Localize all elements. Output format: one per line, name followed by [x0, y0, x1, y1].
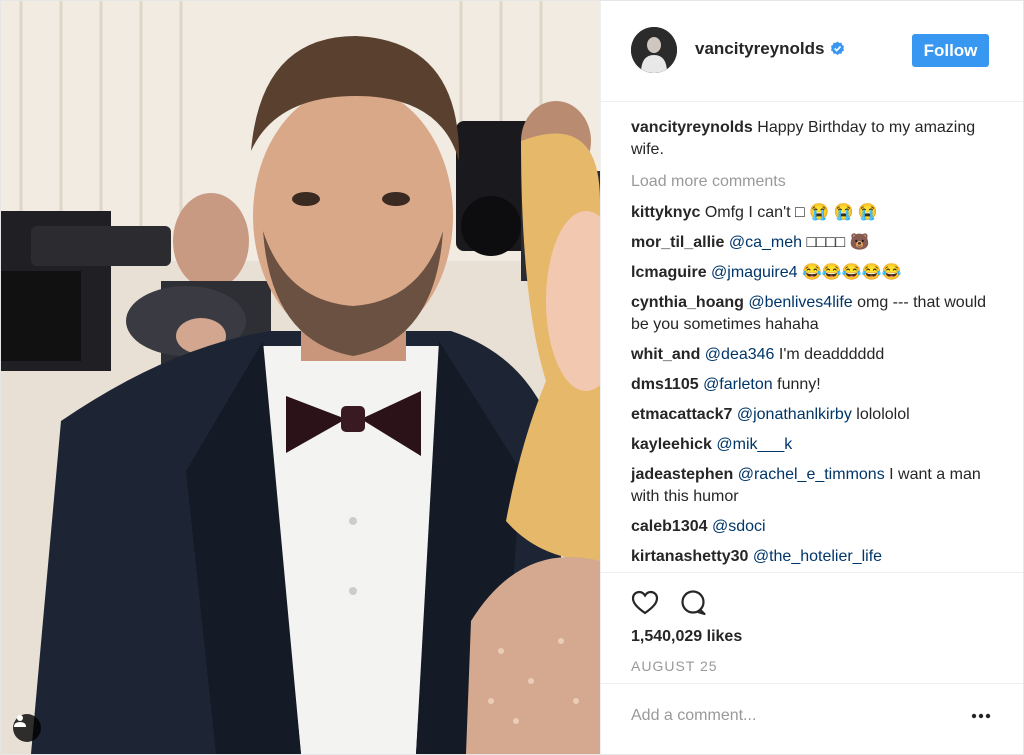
comment-icon	[681, 590, 706, 616]
comment-username[interactable]: kirtanashetty30	[631, 548, 748, 565]
load-more-comments-button[interactable]: Load more comments	[631, 171, 1001, 193]
comment-username[interactable]: dms1105	[631, 376, 699, 393]
post-caption: vancityreynolds Happy Birthday to my ama…	[631, 117, 1001, 161]
follow-button[interactable]: Follow	[912, 34, 989, 67]
comment-username[interactable]: kittyknyc	[631, 204, 700, 221]
comment-mention[interactable]: @rachel_e_timmons	[738, 466, 885, 483]
comment-username[interactable]: etmacattack7	[631, 406, 732, 423]
add-comment-input[interactable]	[631, 704, 951, 728]
header-username: vancityreynolds	[695, 39, 825, 58]
caption-username[interactable]: vancityreynolds	[631, 119, 753, 136]
like-button[interactable]	[631, 589, 659, 617]
avatar-image	[631, 27, 677, 73]
comment-mention[interactable]: @jonathanlkirby	[737, 406, 852, 423]
photo-illustration	[1, 1, 600, 754]
comment-mention[interactable]: @sdoci	[712, 518, 766, 535]
post-actions: 1,540,029 likes AUGUST 25	[601, 572, 1023, 693]
more-options-button[interactable]	[969, 706, 993, 726]
post-side-panel: vancityreynolds Follow vancityreynolds H…	[600, 1, 1023, 754]
comment-mention[interactable]: @dea346	[705, 346, 775, 363]
comment-item: kirtanashetty30 @the_hotelier_life	[631, 546, 1001, 568]
avatar[interactable]	[631, 27, 677, 73]
comment-text: 😂😂😂😂😂	[802, 264, 902, 281]
post-header: vancityreynolds Follow	[601, 1, 1023, 102]
comment-username[interactable]: lcmaguire	[631, 264, 707, 281]
comment-item: whit_and @dea346 I'm deadddddd	[631, 344, 1001, 366]
more-options-icon	[971, 713, 991, 719]
comment-mention[interactable]: @benlives4life	[748, 294, 852, 311]
comment-mention[interactable]: @farleton	[703, 376, 773, 393]
comment-username[interactable]: kayleehick	[631, 436, 712, 453]
user-tag-button[interactable]	[13, 714, 41, 742]
comment-mention[interactable]: @ca_meh	[729, 234, 802, 251]
comment-username[interactable]: cynthia_hoang	[631, 294, 744, 311]
comment-mention[interactable]: @the_hotelier_life	[753, 548, 882, 565]
comment-username[interactable]: caleb1304	[631, 518, 708, 535]
heart-icon	[631, 590, 659, 615]
comment-text: □□□□ 🐻	[806, 234, 870, 251]
comment-item: kayleehick @mik___k	[631, 434, 1001, 456]
post-date[interactable]: AUGUST 25	[631, 658, 718, 674]
comment-username[interactable]: jadeastephen	[631, 466, 733, 483]
comment-text: Omfg I can't □ 😭 😭 😭	[704, 204, 878, 221]
comment-username[interactable]: mor_til_allie	[631, 234, 724, 251]
instagram-post: vancityreynolds Follow vancityreynolds H…	[0, 0, 1024, 755]
verified-badge-icon	[831, 41, 845, 56]
comment-text: I'm deadddddd	[778, 346, 885, 363]
comments-list: vancityreynolds Happy Birthday to my ama…	[631, 117, 1001, 576]
add-comment-section	[601, 683, 1023, 752]
comment-item: mor_til_allie @ca_meh □□□□ 🐻	[631, 232, 1001, 254]
comment-item: etmacattack7 @jonathanlkirby lolololol	[631, 404, 1001, 426]
comment-item: kittyknyc Omfg I can't □ 😭 😭 😭	[631, 202, 1001, 224]
comment-text: funny!	[777, 376, 821, 393]
user-tag-icon	[14, 715, 26, 727]
comment-text: lolololol	[856, 406, 910, 423]
comment-item: dms1105 @farleton funny!	[631, 374, 1001, 396]
comment-item: caleb1304 @sdoci	[631, 516, 1001, 538]
comment-item: cynthia_hoang @benlives4life omg --- tha…	[631, 292, 1001, 336]
likes-count[interactable]: 1,540,029 likes	[631, 628, 742, 646]
comment-button[interactable]	[679, 589, 707, 617]
comment-mention[interactable]: @mik___k	[716, 436, 792, 453]
comment-item: jadeastephen @rachel_e_timmons I want a …	[631, 464, 1001, 508]
comment-username[interactable]: whit_and	[631, 346, 700, 363]
comment-container: kittyknyc Omfg I can't □ 😭 😭 😭 mor_til_al…	[631, 202, 1001, 568]
post-photo[interactable]	[1, 1, 600, 754]
comment-item: lcmaguire @jmaguire4 😂😂😂😂😂	[631, 262, 1001, 284]
comment-mention[interactable]: @jmaguire4	[711, 264, 798, 281]
header-username-link[interactable]: vancityreynolds	[695, 39, 845, 59]
